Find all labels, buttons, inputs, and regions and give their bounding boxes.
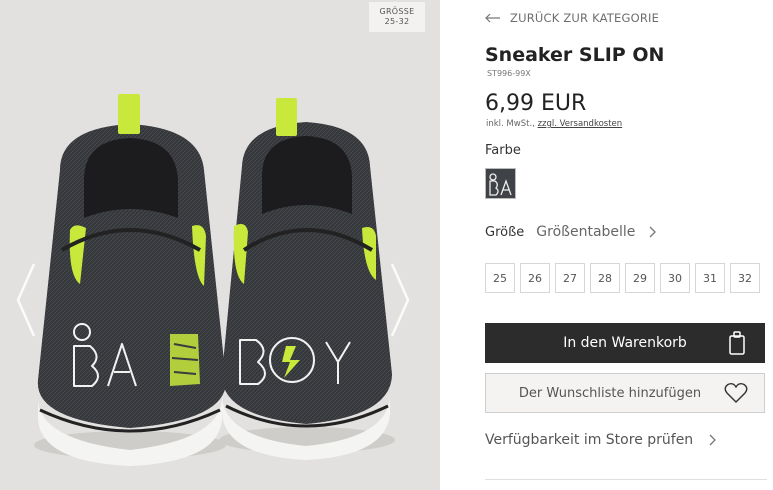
size-option-27[interactable]: 27	[555, 263, 585, 293]
chevron-right-icon	[709, 434, 717, 446]
product-sku: ST996-99X	[487, 69, 531, 78]
tax-note: inkl. MwSt., zzgl. Versandkosten	[486, 119, 622, 129]
product-price: 6,99 EUR	[485, 91, 587, 116]
add-to-cart-button[interactable]: In den Warenkorb	[485, 323, 765, 363]
back-to-category-label: ZURÜCK ZUR KATEGORIE	[510, 11, 660, 25]
product-image-gallery: GRÖSSE 25-32	[0, 0, 440, 490]
next-image-button[interactable]	[388, 262, 412, 338]
size-options: 25 26 27 28 29 30 31 32	[485, 263, 765, 293]
color-label: Farbe	[485, 143, 521, 158]
size-label: Größe	[485, 224, 525, 240]
size-option-29[interactable]: 29	[625, 263, 655, 293]
size-option-31[interactable]: 31	[695, 263, 725, 293]
previous-image-button[interactable]	[14, 262, 38, 338]
size-option-25[interactable]: 25	[485, 263, 515, 293]
size-range-badge: GRÖSSE 25-32	[369, 2, 425, 32]
chevron-right-icon	[649, 226, 657, 238]
shipping-costs-link[interactable]: zzgl. Versandkosten	[538, 119, 623, 129]
tax-note-text: inkl. MwSt.,	[486, 119, 535, 129]
size-option-26[interactable]: 26	[520, 263, 550, 293]
chevron-right-icon	[390, 263, 410, 337]
product-image	[34, 94, 395, 466]
size-badge-value: 25-32	[384, 17, 410, 26]
size-badge-label: GRÖSSE	[379, 7, 415, 16]
add-to-cart-label: In den Warenkorb	[563, 335, 687, 351]
size-chart-link[interactable]: Größentabelle	[536, 224, 635, 240]
bad-boy-print-swatch-icon	[486, 169, 515, 198]
size-header-row: Größe Größentabelle	[485, 224, 657, 240]
add-to-wishlist-label: Der Wunschliste hinzufügen	[518, 385, 702, 401]
heart-icon	[724, 382, 748, 403]
product-title: Sneaker SLIP ON	[485, 44, 665, 66]
check-store-availability-link[interactable]: Verfügbarkeit im Store prüfen	[485, 432, 717, 448]
divider	[485, 479, 767, 480]
chevron-left-icon	[16, 263, 36, 337]
check-store-availability-label: Verfügbarkeit im Store prüfen	[485, 432, 694, 448]
back-to-category-link[interactable]: ZURÜCK ZUR KATEGORIE	[485, 11, 659, 25]
color-swatch[interactable]	[485, 168, 516, 199]
arrow-left-icon	[485, 13, 500, 23]
shopping-bag-icon	[729, 331, 745, 355]
add-to-wishlist-button[interactable]: Der Wunschliste hinzufügen	[485, 373, 765, 413]
size-option-32[interactable]: 32	[730, 263, 760, 293]
size-option-28[interactable]: 28	[590, 263, 620, 293]
size-option-30[interactable]: 30	[660, 263, 690, 293]
